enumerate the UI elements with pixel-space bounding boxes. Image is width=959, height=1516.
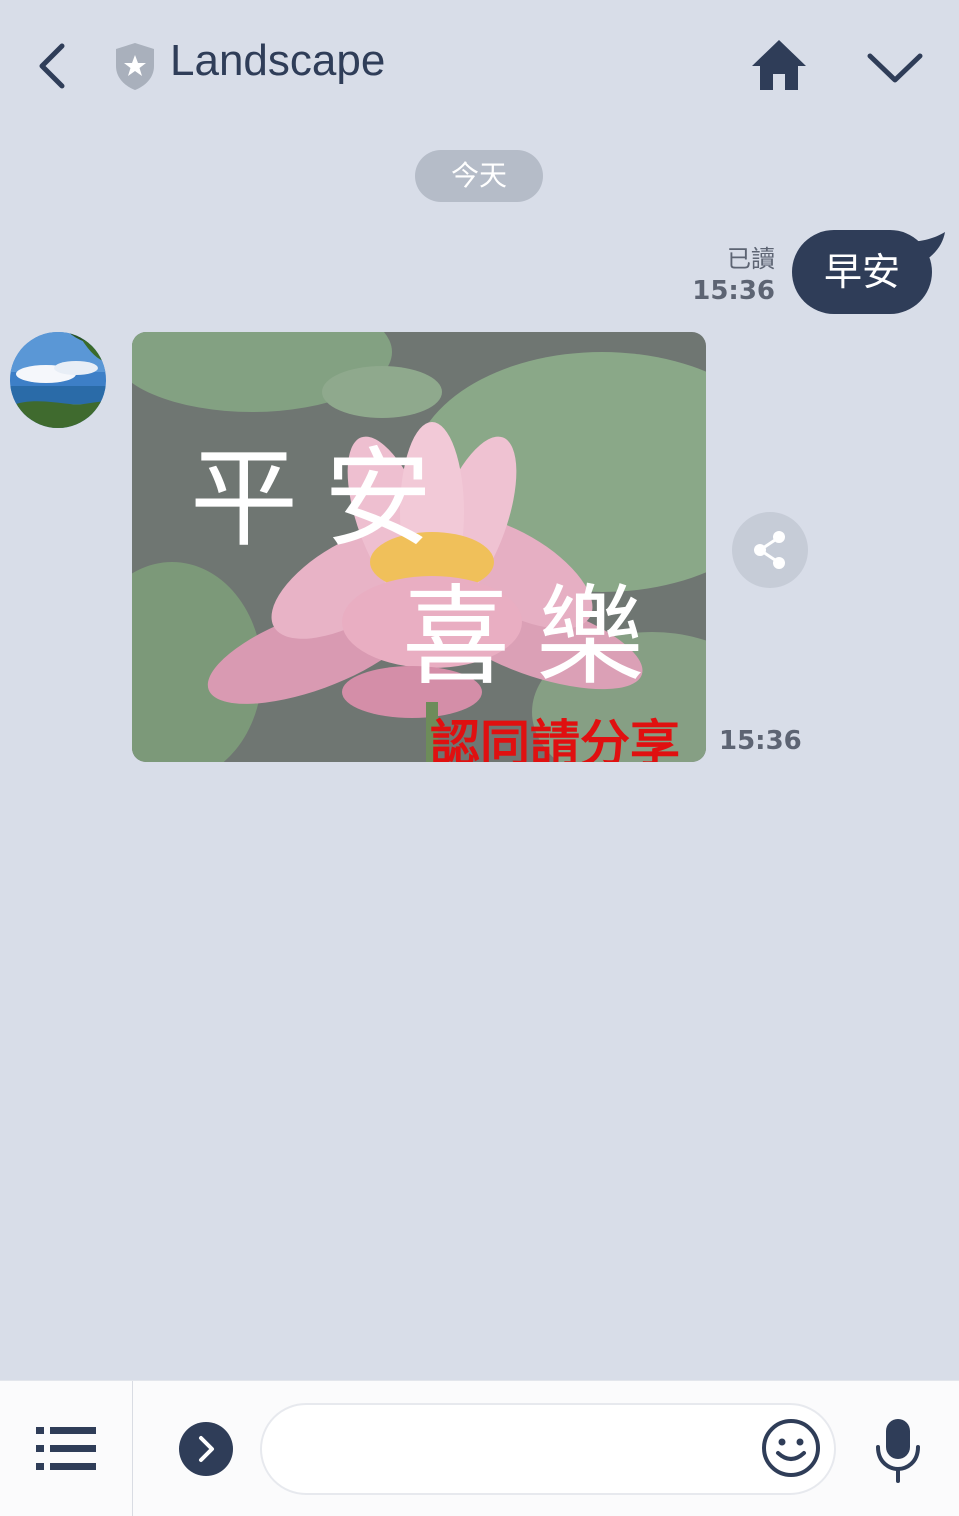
message-input[interactable] — [260, 1403, 836, 1495]
read-receipt: 已讀 — [727, 245, 775, 273]
image-caption: 認同請分享 — [430, 715, 680, 762]
shield-star-icon — [116, 43, 154, 90]
share-button[interactable] — [732, 512, 808, 588]
smiley-icon[interactable] — [760, 1417, 822, 1479]
outgoing-message-bubble[interactable]: 早安 — [792, 230, 932, 314]
image-overlay-text: 平安 — [190, 437, 459, 562]
outgoing-message-meta: 已讀 15:36 — [692, 244, 775, 308]
home-icon[interactable] — [748, 36, 810, 94]
chat-title: Landscape — [170, 36, 386, 85]
share-icon — [754, 531, 785, 569]
image-overlay-text: 喜樂 — [402, 575, 671, 700]
chevron-right-circle-icon[interactable] — [178, 1421, 234, 1477]
message-time: 15:36 — [692, 276, 775, 306]
divider — [132, 1381, 133, 1516]
date-separator: 今天 — [415, 150, 543, 202]
list-icon[interactable] — [34, 1421, 98, 1477]
input-bar — [0, 1380, 959, 1516]
microphone-icon[interactable] — [872, 1417, 924, 1483]
message-time: 15:36 — [719, 726, 802, 756]
incoming-image-message[interactable]: 平安 喜樂 認同請分享 — [132, 332, 706, 762]
chevron-down-icon[interactable] — [864, 46, 926, 90]
avatar[interactable] — [10, 332, 106, 428]
chevron-left-icon[interactable] — [30, 38, 78, 94]
chat-header: Landscape — [0, 0, 959, 130]
